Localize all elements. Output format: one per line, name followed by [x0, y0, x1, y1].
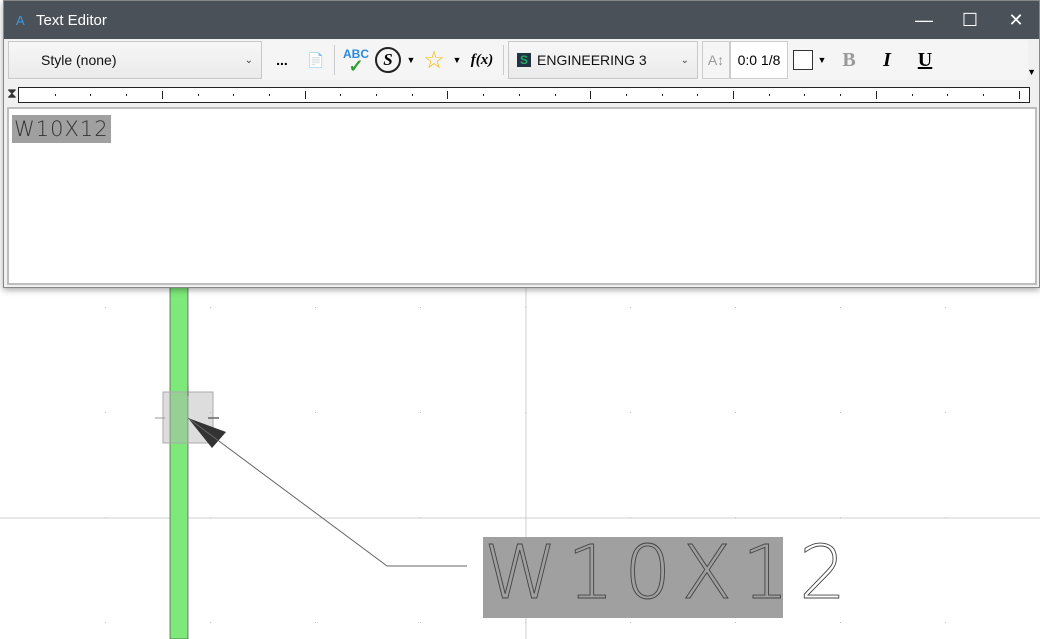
more-button[interactable]: ... — [262, 41, 302, 79]
grid-dot — [735, 622, 736, 623]
ruler-tick — [268, 94, 270, 96]
grid-dot — [210, 307, 211, 308]
checkmark-icon: ✓ — [348, 56, 364, 76]
star-icon[interactable]: ☆ — [419, 41, 449, 79]
grid-dot — [420, 622, 421, 623]
grid-dot — [735, 412, 736, 413]
ruler-tick — [233, 94, 235, 96]
ruler-tick — [625, 94, 627, 96]
chevron-down-icon: ⌄ — [680, 54, 689, 66]
ruler-tick — [197, 94, 199, 96]
font-value: ENGINEERING 3 — [537, 52, 647, 68]
function-button[interactable]: f(x) — [465, 41, 499, 79]
symbol-dropdown[interactable]: ▼ — [403, 41, 419, 79]
grid-dot — [420, 412, 421, 413]
ruler-tick — [161, 91, 163, 99]
drawing-label[interactable]: W10X12 — [484, 530, 856, 617]
symbol-button[interactable]: S — [373, 41, 403, 79]
grid-dot — [105, 307, 106, 308]
ruler-tick — [982, 94, 984, 96]
minimize-button[interactable]: — — [901, 1, 947, 39]
chevron-down-icon: ⌄ — [244, 54, 253, 66]
ruler-tick — [697, 94, 699, 96]
symbol-icon: S — [375, 47, 401, 73]
grid-dot — [315, 412, 316, 413]
ruler[interactable] — [18, 87, 1030, 103]
paste-icon[interactable]: 📄 — [302, 41, 330, 79]
grid-dot — [630, 412, 631, 413]
text-height-icon: A↕ — [702, 41, 730, 79]
ruler-tick — [447, 91, 449, 99]
grid-dot — [945, 622, 946, 623]
grid-dot — [105, 622, 106, 623]
style-dropdown[interactable]: Style (none) ⌄ — [8, 41, 262, 79]
ruler-tick — [54, 94, 56, 96]
ruler-tick — [840, 94, 842, 96]
ruler-tick — [911, 94, 913, 96]
title-bar[interactable]: A Text Editor — ☐ ✕ — [4, 1, 1039, 39]
maximize-button[interactable]: ☐ — [947, 1, 993, 39]
spell-check-button[interactable]: ABC ✓ — [339, 41, 373, 79]
ruler-tick — [733, 91, 734, 99]
text-height-input[interactable]: 0:0 1/8 — [730, 41, 788, 79]
ruler-tick — [804, 94, 806, 96]
ruler-tick — [90, 94, 92, 96]
grid-dot — [420, 307, 421, 308]
grid-dot — [945, 307, 946, 308]
app-icon: A — [16, 12, 25, 28]
underline-button[interactable]: U — [906, 41, 944, 79]
ruler-tick — [875, 91, 877, 99]
grid-dot — [210, 622, 211, 623]
toolbar: Style (none) ⌄ ... 📄 ABC ✓ S ▼ ☆ ▼ f(x) SE… — [8, 40, 1028, 80]
grid-dot — [315, 622, 316, 623]
grid-dot — [840, 412, 841, 413]
grid-dot — [735, 307, 736, 308]
ruler-tick — [126, 94, 128, 96]
ruler-tick — [661, 94, 663, 96]
ruler-tick — [304, 91, 306, 99]
text-editor-window: A Text Editor — ☐ ✕ Style (none) ⌄ ... 📄 … — [3, 0, 1040, 288]
leader-line[interactable] — [187, 417, 467, 567]
grid-dot — [945, 412, 946, 413]
window-title: Text Editor — [36, 11, 107, 29]
selected-text[interactable]: W10X12 — [12, 115, 111, 143]
bold-button[interactable]: B — [830, 41, 868, 79]
ruler-tick — [518, 94, 520, 96]
favorites-dropdown[interactable]: ▼ — [449, 41, 465, 79]
grid-dot — [105, 412, 106, 413]
grid-dot — [315, 307, 316, 308]
toolbar-overflow-icon[interactable]: ▼ — [1027, 67, 1036, 77]
grid-dot — [840, 622, 841, 623]
font-icon: S — [517, 53, 532, 67]
ruler-tick — [768, 94, 770, 96]
color-swatch[interactable] — [793, 50, 813, 70]
grid-dot — [840, 307, 841, 308]
indent-marker-icon[interactable]: ⧗ — [7, 85, 17, 102]
font-dropdown[interactable]: S ENGINEERING 3 ⌄ — [508, 41, 698, 79]
style-value: Style (none) — [41, 52, 117, 68]
italic-button[interactable]: I — [868, 41, 906, 79]
ruler-tick — [483, 94, 485, 96]
grid-dot — [630, 622, 631, 623]
text-edit-area[interactable]: W10X12 — [7, 107, 1037, 285]
ruler-tick — [411, 94, 413, 96]
color-dropdown[interactable]: ▼ — [814, 41, 830, 79]
grid-dot — [630, 307, 631, 308]
ruler-tick — [1018, 91, 1020, 99]
ruler-tick — [554, 94, 556, 96]
ruler-tick — [947, 94, 949, 96]
ruler-tick — [376, 94, 377, 96]
close-button[interactable]: ✕ — [993, 1, 1039, 39]
ruler-tick — [340, 94, 342, 96]
ruler-tick — [590, 91, 592, 99]
